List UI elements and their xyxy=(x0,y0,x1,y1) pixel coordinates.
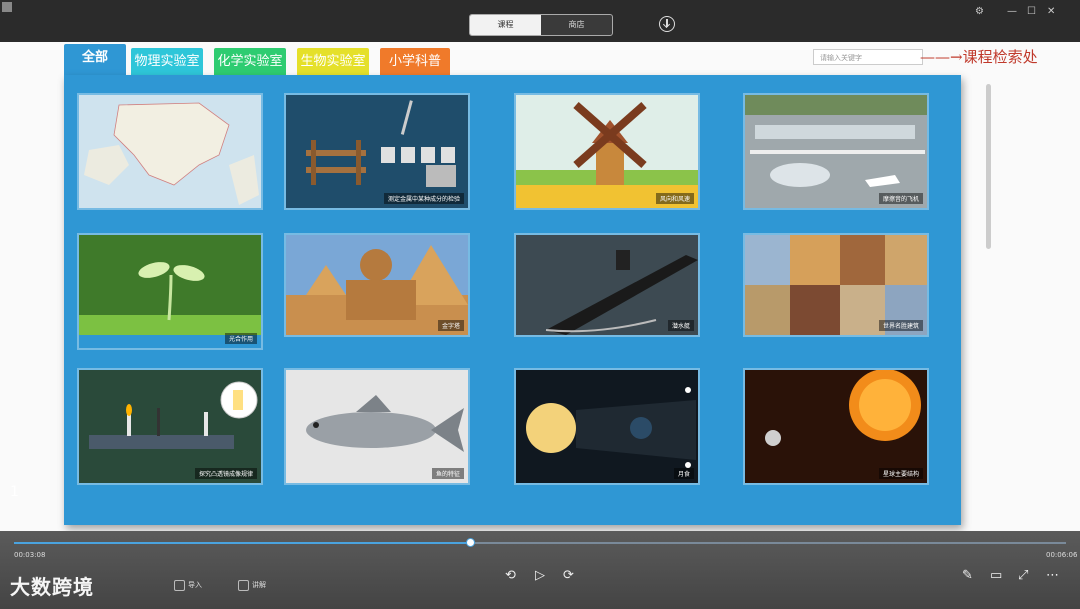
course-title: 星球主要结构 xyxy=(878,468,923,479)
course-card[interactable]: 鱼的特征 xyxy=(286,370,468,483)
search-annotation: ——→课程检索处 xyxy=(920,48,1038,66)
course-thumbnail xyxy=(516,95,698,208)
course-thumbnail xyxy=(286,95,468,208)
course-search-input[interactable]: 请输入关键字 xyxy=(813,49,923,65)
course-thumbnail xyxy=(79,370,261,483)
course-thumbnail xyxy=(79,95,261,208)
scrollbar[interactable] xyxy=(986,84,991,249)
course-title: 鱼的特征 xyxy=(431,468,464,479)
course-thumbnail xyxy=(745,370,927,483)
screen-icon[interactable]: ▭ xyxy=(990,569,1002,583)
tab-chemistry[interactable]: 化学实验室 xyxy=(214,48,286,76)
course-card[interactable]: 世界名胜建筑 xyxy=(745,235,927,335)
course-title: 测定金属中某种成分的检验 xyxy=(383,193,464,204)
tab-biology[interactable]: 生物实验室 xyxy=(297,48,369,76)
progress-bar[interactable] xyxy=(14,542,1066,544)
course-title: 潜水艇 xyxy=(667,320,694,331)
progress-handle[interactable] xyxy=(465,538,475,547)
course-card[interactable]: 金字塔 xyxy=(286,235,468,335)
course-card[interactable] xyxy=(79,95,261,208)
course-title: 金字塔 xyxy=(437,320,464,331)
course-thumbnail xyxy=(286,370,468,483)
explain-button[interactable]: 讲解 xyxy=(238,578,266,592)
course-card[interactable]: 月食 xyxy=(516,370,698,483)
course-card[interactable]: 摩擦音的飞机 xyxy=(745,95,927,208)
course-card[interactable]: 光合作用 xyxy=(79,235,261,348)
previous-icon[interactable]: ⟲ xyxy=(505,569,516,583)
course-card[interactable]: 测定金属中某种成分的检验 xyxy=(286,95,468,208)
current-time: 00:03:08 xyxy=(14,551,46,559)
tab-store[interactable]: 商店 xyxy=(541,15,612,35)
app-logo xyxy=(2,2,12,12)
course-title: 摩擦音的飞机 xyxy=(878,193,923,204)
course-title: 月食 xyxy=(673,468,694,479)
course-grid: 测定金属中某种成分的检验 风向和风速 摩擦音的飞机 光合作用 金字塔 潜水艇 世… xyxy=(64,75,961,525)
watermark: 大数跨境 xyxy=(10,575,94,599)
tab-all[interactable]: 全部 xyxy=(64,44,126,77)
settings-icon[interactable]: ⚙ xyxy=(975,6,984,17)
app-title-bar: 课程 商店 ⚙ — ☐ ✕ xyxy=(0,0,1080,42)
play-icon[interactable]: ▷ xyxy=(535,569,545,583)
more-icon[interactable]: ⋯ xyxy=(1046,569,1059,583)
course-card[interactable]: 星球主要结构 xyxy=(745,370,927,483)
course-card[interactable]: 风向和风速 xyxy=(516,95,698,208)
tab-courses[interactable]: 课程 xyxy=(470,15,541,35)
tab-physics[interactable]: 物理实验室 xyxy=(131,48,203,76)
course-thumbnail xyxy=(516,370,698,483)
course-title: 探究凸透镜成像规律 xyxy=(194,468,257,479)
maximize-icon[interactable]: ☐ xyxy=(1027,6,1036,17)
next-icon[interactable]: ⟳ xyxy=(563,569,574,583)
pen-icon[interactable]: ✎ xyxy=(962,569,973,583)
minimize-icon[interactable]: — xyxy=(1007,6,1017,17)
course-card[interactable]: 探究凸透镜成像规律 xyxy=(79,370,261,483)
total-time: 00:06:06 xyxy=(1046,551,1078,559)
course-title: 光合作用 xyxy=(224,333,257,344)
course-title: 风向和风速 xyxy=(655,193,694,204)
course-thumbnail xyxy=(79,235,261,335)
page-number: 1 xyxy=(10,484,19,500)
course-thumbnail xyxy=(745,95,927,208)
download-icon[interactable] xyxy=(659,16,675,32)
import-button[interactable]: 导入 xyxy=(174,578,202,592)
course-title: 世界名胜建筑 xyxy=(878,320,923,331)
close-icon[interactable]: ✕ xyxy=(1047,6,1055,17)
course-card[interactable]: 潜水艇 xyxy=(516,235,698,335)
mode-switch[interactable]: 课程 商店 xyxy=(469,14,613,36)
progress-fill xyxy=(14,542,470,544)
fullscreen-icon[interactable]: ⤢ xyxy=(1018,569,1028,583)
tab-primary-science[interactable]: 小学科普 xyxy=(380,48,450,76)
